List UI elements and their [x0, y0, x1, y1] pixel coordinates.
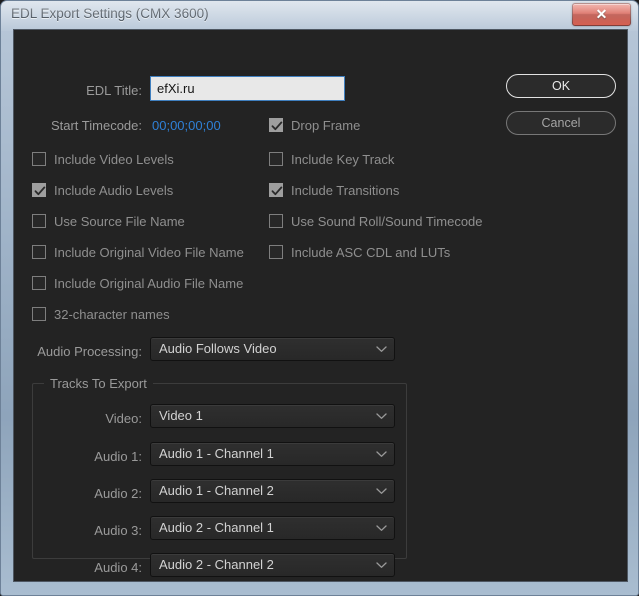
checkbox-label: 32-character names — [54, 307, 170, 322]
checkbox-box — [269, 214, 283, 228]
audio-processing-dropdown[interactable]: Audio Follows Video — [150, 337, 395, 361]
tracks-to-export-title: Tracks To Export — [44, 376, 153, 391]
dropdown-value: Audio 2 - Channel 2 — [159, 557, 274, 572]
checkbox-label: Include Original Audio File Name — [54, 276, 244, 291]
audio-processing-label: Audio Processing: — [37, 344, 142, 359]
chevron-down-icon — [376, 562, 387, 568]
cancel-button[interactable]: Cancel — [506, 111, 616, 135]
checkbox-box — [32, 214, 46, 228]
checkbox-box — [269, 245, 283, 259]
checkbox-label: Include ASC CDL and LUTs — [291, 245, 451, 260]
audio1-track-label: Audio 1: — [94, 449, 142, 464]
close-button[interactable]: ✕ — [572, 3, 631, 26]
chevron-down-icon — [376, 413, 387, 419]
check-icon — [271, 121, 283, 131]
start-timecode-label: Start Timecode: — [50, 118, 142, 133]
audio2-track-label: Audio 2: — [94, 486, 142, 501]
dropdown-value: Video 1 — [159, 408, 203, 423]
title-bar[interactable]: EDL Export Settings (CMX 3600) ✕ — [1, 1, 638, 29]
close-icon: ✕ — [595, 6, 608, 22]
audio2-track-dropdown[interactable]: Audio 1 - Channel 2 — [150, 479, 395, 503]
edl-title-label: EDL Title: — [86, 83, 142, 98]
checkbox-box — [32, 152, 46, 166]
check-icon — [34, 186, 46, 196]
checkbox-label: Include Key Track — [291, 152, 395, 167]
dialog-window: EDL Export Settings (CMX 3600) ✕ EDL Tit… — [0, 0, 639, 596]
dropdown-value: Audio 2 - Channel 1 — [159, 520, 274, 535]
dialog-content: EDL Title: Start Timecode: 00;00;00;00 D… — [13, 29, 628, 582]
checkbox-box — [269, 183, 283, 197]
dropdown-value: Audio 1 - Channel 1 — [159, 446, 274, 461]
checkbox-box — [32, 276, 46, 290]
checkbox-box — [32, 183, 46, 197]
checkbox-label: Include Audio Levels — [54, 183, 174, 198]
chevron-down-icon — [376, 525, 387, 531]
video-track-dropdown[interactable]: Video 1 — [150, 404, 395, 428]
ok-button[interactable]: OK — [506, 74, 616, 98]
checkbox-label: Drop Frame — [291, 118, 361, 133]
audio3-track-dropdown[interactable]: Audio 2 - Channel 1 — [150, 516, 395, 540]
chevron-down-icon — [376, 488, 387, 494]
audio4-track-label: Audio 4: — [94, 560, 142, 575]
checkbox-box — [269, 152, 283, 166]
checkbox-label: Use Source File Name — [54, 214, 185, 229]
audio1-track-dropdown[interactable]: Audio 1 - Channel 1 — [150, 442, 395, 466]
chevron-down-icon — [376, 346, 387, 352]
window-title: EDL Export Settings (CMX 3600) — [11, 6, 209, 21]
dropdown-value: Audio Follows Video — [159, 341, 277, 356]
checkbox-box — [32, 307, 46, 321]
checkbox-box — [269, 118, 283, 132]
checkbox-label: Use Sound Roll/Sound Timecode — [291, 214, 483, 229]
checkbox-label: Include Video Levels — [54, 152, 174, 167]
chevron-down-icon — [376, 451, 387, 457]
video-track-label: Video: — [105, 411, 142, 426]
checkbox-label: Include Transitions — [291, 183, 400, 198]
start-timecode-value[interactable]: 00;00;00;00 — [152, 118, 221, 133]
checkbox-box — [32, 245, 46, 259]
checkbox-label: Include Original Video File Name — [54, 245, 244, 260]
audio4-track-dropdown[interactable]: Audio 2 - Channel 2 — [150, 553, 395, 577]
audio3-track-label: Audio 3: — [94, 523, 142, 538]
check-icon — [271, 186, 283, 196]
edl-title-input[interactable] — [150, 76, 345, 101]
dropdown-value: Audio 1 - Channel 2 — [159, 483, 274, 498]
